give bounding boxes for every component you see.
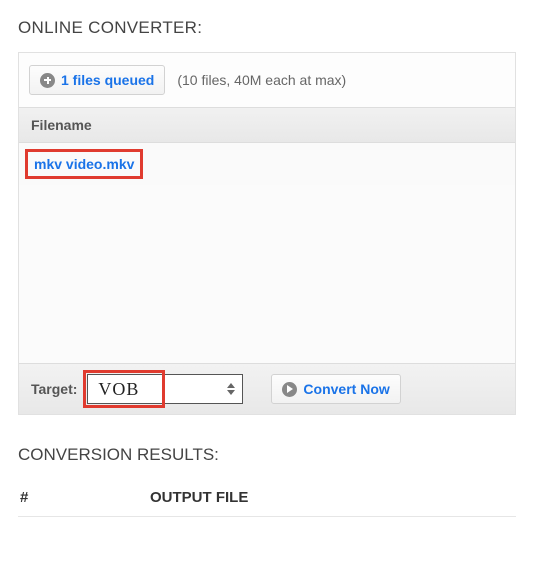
- target-format-select[interactable]: VOB: [87, 374, 243, 404]
- plus-icon: [40, 73, 55, 88]
- target-label: Target:: [31, 381, 77, 397]
- queue-limit-hint: (10 files, 40M each at max): [177, 72, 346, 88]
- convert-now-button[interactable]: Convert Now: [271, 374, 400, 404]
- queue-bar: 1 files queued (10 files, 40M each at ma…: [19, 53, 515, 107]
- play-icon: [282, 382, 297, 397]
- highlight-annotation: mkv video.mkv: [25, 149, 143, 179]
- online-converter-heading: ONLINE CONVERTER:: [18, 18, 516, 38]
- files-queued-label: 1 files queued: [61, 72, 154, 88]
- results-col-output: OUTPUT FILE: [150, 489, 514, 506]
- conversion-results-heading: CONVERSION RESULTS:: [18, 445, 516, 465]
- chevron-updown-icon: [224, 378, 238, 400]
- file-drop-area[interactable]: [19, 185, 515, 363]
- target-bar: Target: VOB Convert Now: [19, 363, 515, 414]
- converter-panel: 1 files queued (10 files, 40M each at ma…: [18, 52, 516, 415]
- queued-file-link[interactable]: mkv video.mkv: [31, 154, 137, 174]
- convert-now-label: Convert Now: [303, 381, 389, 397]
- results-col-index: #: [20, 489, 150, 506]
- target-format-value: VOB: [98, 379, 139, 400]
- files-queued-button[interactable]: 1 files queued: [29, 65, 165, 95]
- filename-column-header: Filename: [19, 107, 515, 143]
- table-row: mkv video.mkv: [19, 143, 515, 185]
- results-table-header: # OUTPUT FILE: [18, 481, 516, 517]
